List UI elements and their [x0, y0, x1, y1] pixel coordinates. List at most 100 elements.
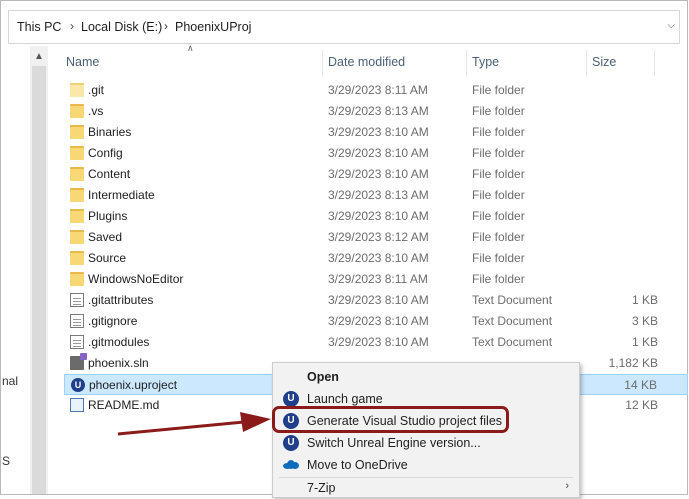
- unreal-engine-icon: U: [283, 435, 299, 451]
- file-name: README.md: [88, 398, 160, 412]
- file-date-modified: 3/29/2023 8:10 AM: [328, 314, 429, 328]
- nav-scrollbar[interactable]: ▲: [30, 46, 48, 494]
- folder-icon: [70, 272, 84, 286]
- file-date-modified: 3/29/2023 8:12 AM: [328, 230, 429, 244]
- address-bar[interactable]: This PC › Local Disk (E:) › PhoenixUProj…: [8, 10, 680, 44]
- folder-icon: [70, 125, 84, 139]
- chevron-right-icon[interactable]: ›: [70, 19, 74, 33]
- sort-ascending-icon: ∧: [187, 43, 194, 53]
- breadcrumb-this-pc[interactable]: This PC: [17, 20, 61, 34]
- file-size: 12 KB: [625, 398, 658, 412]
- file-date-modified: 3/29/2023 8:10 AM: [328, 125, 429, 139]
- file-date-modified: 3/29/2023 8:10 AM: [328, 251, 429, 265]
- file-row[interactable]: .vs 3/29/2023 8:13 AM File folder: [64, 101, 688, 122]
- menu-item-label: Launch game: [307, 392, 383, 406]
- file-name: Intermediate: [88, 188, 155, 202]
- file-row[interactable]: .gitattributes 3/29/2023 8:10 AM Text Docu…: [64, 290, 688, 311]
- folder-icon: [70, 188, 84, 202]
- file-type: File folder: [472, 146, 525, 160]
- menu-item-switch-engine-version[interactable]: U Switch Unreal Engine version...: [273, 432, 579, 454]
- file-row[interactable]: .git 3/29/2023 8:11 AM File folder: [64, 80, 688, 101]
- file-row[interactable]: Saved 3/29/2023 8:12 AM File folder: [64, 227, 688, 248]
- folder-icon: [70, 209, 84, 223]
- file-date-modified: 3/29/2023 8:10 AM: [328, 146, 429, 160]
- file-row[interactable]: .gitignore 3/29/2023 8:10 AM Text Document…: [64, 311, 688, 332]
- file-type: File folder: [472, 104, 525, 118]
- file-name: .gitattributes: [88, 293, 154, 307]
- file-date-modified: 3/29/2023 8:13 AM: [328, 104, 429, 118]
- menu-item-label: 7-Zip: [307, 481, 336, 495]
- file-date-modified: 3/29/2023 8:11 AM: [328, 272, 428, 286]
- file-type: File folder: [472, 251, 525, 265]
- file-date-modified: 3/29/2023 8:10 AM: [328, 209, 429, 223]
- file-type: File folder: [472, 209, 525, 223]
- file-type: Text Document: [472, 314, 553, 328]
- annotation-arrow-icon: [117, 412, 271, 436]
- chevron-right-icon: ›: [565, 480, 569, 492]
- folder-icon: [70, 83, 84, 97]
- file-type: Text Document: [472, 293, 553, 307]
- file-row[interactable]: Config 3/29/2023 8:10 AM File folder: [64, 143, 688, 164]
- file-name: Plugins: [88, 209, 128, 223]
- column-divider[interactable]: [586, 50, 587, 76]
- breadcrumb-local-disk[interactable]: Local Disk (E:): [81, 20, 162, 34]
- file-name: phoenix.sln: [88, 356, 149, 370]
- column-name[interactable]: Name: [66, 46, 99, 78]
- chevron-right-icon[interactable]: ›: [164, 19, 168, 33]
- file-date-modified: 3/29/2023 8:13 AM: [328, 188, 429, 202]
- file-type: Text Document: [472, 335, 553, 349]
- file-size: 3 KB: [631, 314, 658, 328]
- file-type: File folder: [472, 230, 525, 244]
- file-row[interactable]: Content 3/29/2023 8:10 AM File folder: [64, 164, 688, 185]
- file-row[interactable]: Intermediate 3/29/2023 8:13 AM File folder: [64, 185, 688, 206]
- visual-studio-solution-icon: [70, 353, 87, 370]
- nav-item-fragment[interactable]: S: [2, 454, 10, 468]
- menu-item-label: Move to OneDrive: [307, 458, 408, 472]
- file-size: 1 KB: [631, 335, 658, 349]
- scroll-up-arrow-icon[interactable]: ▲: [34, 51, 44, 62]
- chevron-down-icon[interactable]: ⌵: [667, 20, 675, 31]
- file-type: File folder: [472, 188, 525, 202]
- file-row[interactable]: Binaries 3/29/2023 8:10 AM File folder: [64, 122, 688, 143]
- folder-icon: [70, 146, 84, 160]
- folder-icon: [70, 251, 84, 265]
- file-name: WindowsNoEditor: [88, 272, 184, 286]
- file-name: Saved: [88, 230, 123, 244]
- file-row[interactable]: Plugins 3/29/2023 8:10 AM File folder: [64, 206, 688, 227]
- file-name: .git: [88, 83, 105, 97]
- file-size: 1 KB: [631, 293, 658, 307]
- text-document-icon: [70, 314, 84, 328]
- column-divider[interactable]: [654, 50, 655, 76]
- nav-item-fragment[interactable]: nal: [2, 374, 18, 388]
- folder-icon: [70, 104, 84, 118]
- column-date-modified[interactable]: Date modified: [328, 46, 405, 78]
- menu-item-label: Open: [307, 370, 339, 384]
- file-name: Content: [88, 167, 131, 181]
- text-document-icon: [70, 335, 84, 349]
- scrollbar-thumb[interactable]: [32, 66, 46, 494]
- column-type[interactable]: Type: [472, 46, 499, 78]
- file-date-modified: 3/29/2023 8:10 AM: [328, 335, 429, 349]
- highlight-outline: [272, 406, 509, 433]
- folder-icon: [70, 230, 84, 244]
- navigation-pane: nal S: [0, 46, 30, 495]
- file-name: phoenix.uproject: [89, 378, 178, 392]
- column-divider[interactable]: [322, 50, 323, 76]
- text-document-icon: [70, 293, 84, 307]
- markdown-file-icon: [70, 398, 84, 412]
- column-size[interactable]: Size: [592, 46, 616, 78]
- menu-item-open[interactable]: Open: [273, 366, 579, 388]
- file-name: .gitignore: [88, 314, 138, 328]
- onedrive-cloud-icon: [283, 460, 299, 469]
- file-row[interactable]: WindowsNoEditor 3/29/2023 8:11 AM File fol…: [64, 269, 688, 290]
- menu-item-move-to-onedrive[interactable]: Move to OneDrive: [273, 454, 579, 476]
- file-type: File folder: [472, 83, 525, 97]
- breadcrumb-phoenixuproj[interactable]: PhoenixUProj: [175, 20, 251, 34]
- column-divider[interactable]: [466, 50, 467, 76]
- file-date-modified: 3/29/2023 8:11 AM: [328, 83, 428, 97]
- file-type: File folder: [472, 272, 525, 286]
- file-row[interactable]: Source 3/29/2023 8:10 AM File folder: [64, 248, 688, 269]
- file-name: .vs: [88, 104, 104, 118]
- menu-item-label: Switch Unreal Engine version...: [307, 436, 481, 450]
- file-row[interactable]: .gitmodules 3/29/2023 8:10 AM Text Documen…: [64, 332, 688, 353]
